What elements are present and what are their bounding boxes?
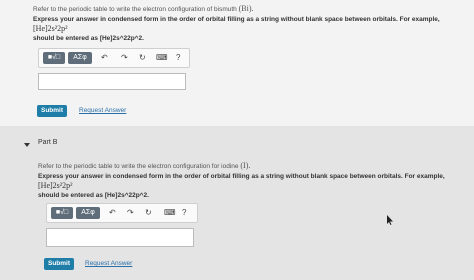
redo-icon[interactable]: ↷ — [127, 207, 134, 219]
part-b-request-answer-link[interactable]: Request Answer — [85, 260, 132, 267]
part-b-prompt: Refer to the periodic table to write the… — [38, 161, 251, 170]
part-b-panel: Part B Refer to the periodic table to wr… — [0, 126, 474, 280]
part-a-request-answer-link[interactable]: Request Answer — [79, 107, 126, 114]
part-b-title[interactable]: Part B — [38, 139, 57, 146]
help-icon[interactable]: ? — [176, 52, 180, 64]
templates-button[interactable]: ■√□ — [51, 207, 73, 219]
element-symbol: (I). — [240, 161, 251, 170]
math-toolbar: ■√□ ΑΣφ ↶ ↷ ↻ ⌨ ? — [38, 48, 190, 68]
templates-button[interactable]: ■√□ — [43, 52, 65, 64]
example-formula: [He]2s²2p² — [38, 181, 73, 190]
entry-hint: should be entered as [He]2s^22p^2. — [33, 35, 144, 42]
element-symbol: (Bi). — [238, 4, 254, 13]
undo-icon[interactable]: ↶ — [109, 207, 116, 219]
undo-icon[interactable]: ↶ — [101, 52, 108, 64]
keyboard-icon[interactable]: ⌨ — [164, 207, 176, 219]
reset-icon[interactable]: ↻ — [139, 52, 146, 64]
keyboard-icon[interactable]: ⌨ — [156, 52, 168, 64]
part-a-panel: Refer to the periodic table to write the… — [0, 0, 474, 126]
part-a-prompt: Refer to the periodic table to write the… — [33, 4, 254, 13]
reset-icon[interactable]: ↻ — [145, 207, 152, 219]
part-a-answer-input[interactable] — [38, 73, 186, 90]
part-b-instructions: Express your answer in condensed form in… — [38, 173, 445, 199]
greek-symbols-button[interactable]: ΑΣφ — [68, 52, 92, 64]
help-icon[interactable]: ? — [182, 207, 186, 219]
part-b-submit-button[interactable]: Submit — [44, 258, 74, 270]
redo-icon[interactable]: ↷ — [121, 52, 128, 64]
collapse-chevron-icon[interactable] — [24, 143, 30, 147]
mouse-cursor-icon — [387, 215, 393, 225]
greek-symbols-button[interactable]: ΑΣφ — [76, 207, 100, 219]
part-b-answer-input[interactable] — [46, 228, 194, 247]
part-a-submit-button[interactable]: Submit — [37, 105, 67, 117]
part-a-instructions: Express your answer in condensed form in… — [33, 16, 440, 42]
example-formula: [He]2s²2p² — [33, 24, 68, 33]
entry-hint: should be entered as [He]2s^22p^2. — [38, 192, 149, 199]
math-toolbar: ■√□ ΑΣφ ↶ ↷ ↻ ⌨ ? — [46, 203, 198, 223]
